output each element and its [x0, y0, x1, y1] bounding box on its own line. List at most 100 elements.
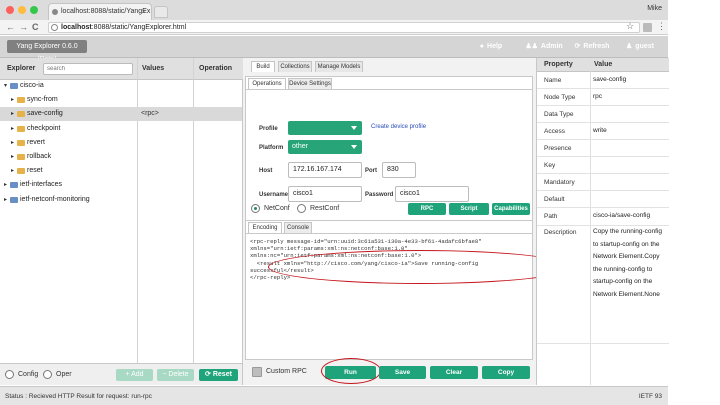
subtab-divider — [246, 89, 532, 90]
delete-button[interactable]: − Delete — [157, 369, 194, 381]
tree-node[interactable]: ▸ sync-from — [0, 93, 242, 107]
folder-icon — [17, 168, 25, 175]
platform-select[interactable]: other — [288, 140, 362, 154]
config-radio[interactable] — [5, 370, 14, 379]
help-button-label: Help — [487, 43, 503, 50]
subtab-operations[interactable]: Operations — [248, 78, 286, 89]
tab-build[interactable]: Build — [251, 61, 275, 72]
password-input[interactable]: cisco1 — [395, 186, 469, 202]
expand-arrow-right-icon[interactable]: ▸ — [11, 150, 14, 164]
subtab-console[interactable]: Console — [284, 222, 312, 233]
property-value: cisco-ia/save-config — [593, 212, 651, 219]
back-arrow-icon[interactable]: ← — [6, 22, 15, 32]
explorer-search-input[interactable] — [43, 63, 133, 75]
host-input[interactable]: 172.16.167.174 — [288, 162, 362, 178]
app-title: Yang Explorer 0.6.0 (Beta) — [7, 40, 87, 63]
expand-arrow-right-icon[interactable]: ▸ — [11, 136, 14, 150]
property-key: Presence — [544, 145, 572, 152]
tree-node[interactable]: ▸ ietf-interfaces — [0, 178, 242, 192]
oper-radio[interactable] — [43, 370, 52, 379]
tab-collections[interactable]: Collections — [278, 61, 312, 72]
expand-arrow-down-icon[interactable]: ▾ — [4, 79, 7, 93]
maximize-window-button[interactable] — [30, 6, 38, 14]
reset-button[interactable]: ⟳ Reset — [199, 369, 238, 381]
expand-arrow-right-icon[interactable]: ▸ — [11, 164, 14, 178]
forward-arrow-icon[interactable]: → — [19, 22, 28, 32]
port-input[interactable]: 830 — [382, 162, 416, 178]
reload-icon[interactable]: C — [32, 22, 39, 32]
property-key: Key — [544, 162, 556, 169]
bookmark-star-icon[interactable]: ☆ — [626, 21, 634, 32]
expand-arrow-right-icon[interactable]: ▸ — [11, 122, 14, 136]
page-info-icon[interactable] — [51, 24, 58, 31]
add-button[interactable]: + Add — [116, 369, 153, 381]
save-button[interactable]: Save — [379, 366, 426, 379]
url-path: :8088/static/YangExplorer.html — [91, 24, 187, 31]
folder-icon — [17, 97, 25, 104]
clear-button[interactable]: Clear — [430, 366, 478, 379]
script-button[interactable]: Script — [449, 203, 489, 215]
tree-node[interactable]: ▸ checkpoint — [0, 122, 242, 136]
status-bar: Status : Recieved HTTP Result for reques… — [0, 386, 668, 405]
close-window-button[interactable] — [6, 6, 14, 14]
property-row: Default — [537, 191, 669, 208]
guest-user-button[interactable]: ♟ guest — [617, 40, 663, 53]
operations-footer: Custom RPC Run Save Clear Copy — [245, 358, 533, 384]
browser-menu-icon[interactable]: ⋮ — [657, 21, 666, 32]
tree-node[interactable]: ▸ reset — [0, 164, 242, 178]
create-device-profile-link[interactable]: Create device profile — [371, 124, 426, 130]
address-bar-input[interactable]: localhost:8088/static/YangExplorer.html — [48, 22, 640, 33]
property-row: Access write — [537, 123, 669, 140]
tree-node[interactable]: ▸ revert — [0, 136, 242, 150]
custom-rpc-checkbox[interactable] — [252, 367, 262, 377]
operations-panel: Build Collections Manage Models Operatio… — [243, 58, 572, 385]
username-input[interactable]: cisco1 — [288, 186, 362, 202]
tree-node[interactable]: ▸ ietf-netconf-monitoring — [0, 193, 242, 207]
expand-arrow-right-icon[interactable]: ▸ — [11, 93, 14, 107]
restconf-radio-label: RestConf — [310, 205, 340, 212]
capabilities-button[interactable]: Capabilities — [492, 203, 530, 215]
netconf-radio[interactable] — [251, 204, 260, 213]
new-tab-button[interactable] — [154, 6, 168, 18]
property-row: Key — [537, 157, 669, 174]
copy-button[interactable]: Copy — [482, 366, 530, 379]
expand-arrow-right-icon[interactable]: ▸ — [11, 107, 14, 121]
users-icon: ♟♟ — [525, 43, 538, 50]
expand-arrow-right-icon[interactable]: ▸ — [4, 178, 7, 192]
github-icon: ● — [479, 43, 485, 50]
tree-node[interactable]: ▾ cisco-ia — [0, 79, 242, 93]
refresh-button[interactable]: ⟳ Refresh — [572, 40, 612, 53]
close-tab-icon[interactable]: × — [141, 7, 146, 16]
minimize-window-button[interactable] — [18, 6, 26, 14]
explorer-column-header: Explorer — [7, 65, 36, 72]
help-button[interactable]: ● Help — [467, 40, 515, 53]
folder-icon — [17, 154, 25, 160]
subtab-device-settings[interactable]: Device Settings — [288, 78, 332, 89]
rpc-button[interactable]: RPC — [408, 203, 446, 215]
profile-select[interactable] — [288, 121, 362, 135]
expand-arrow-right-icon[interactable]: ▸ — [4, 193, 7, 207]
tree-node-label: checkpoint — [27, 124, 61, 132]
admin-button-label: Admin — [540, 43, 563, 50]
property-value: rpc — [593, 93, 603, 100]
tree-node-label: reset — [27, 167, 43, 175]
subtab-encoding[interactable]: Encoding — [248, 222, 282, 233]
tree-node[interactable]: ▸ rollback — [0, 150, 242, 164]
annotation-highlight-ellipse — [321, 358, 381, 384]
module-icon — [10, 196, 18, 203]
tree-node-label: sync-from — [27, 96, 58, 104]
browser-profile-name[interactable]: Mike — [647, 5, 662, 12]
tree-node-label: ietf-interfaces — [20, 181, 63, 189]
admin-button[interactable]: ♟♟ Admin — [520, 40, 568, 53]
browser-tab-bar: localhost:8088/static/YangEx × Mike — [0, 0, 668, 20]
tree-node[interactable]: ▸ save-config <rpc> — [0, 107, 242, 122]
explorer-footer: Config Oper + Add − Delete ⟳ Reset — [0, 363, 243, 385]
tab-manage-models[interactable]: Manage Models — [315, 61, 363, 72]
browser-tab[interactable]: localhost:8088/static/YangEx × — [48, 3, 152, 20]
folder-icon — [17, 111, 25, 118]
browser-toolbar: ← → C localhost:8088/static/YangExplorer… — [0, 20, 668, 35]
restconf-radio[interactable] — [297, 204, 306, 213]
operation-column-header: Operation — [199, 65, 233, 72]
property-row: Presence — [537, 140, 669, 157]
extension-icon[interactable] — [643, 23, 652, 32]
